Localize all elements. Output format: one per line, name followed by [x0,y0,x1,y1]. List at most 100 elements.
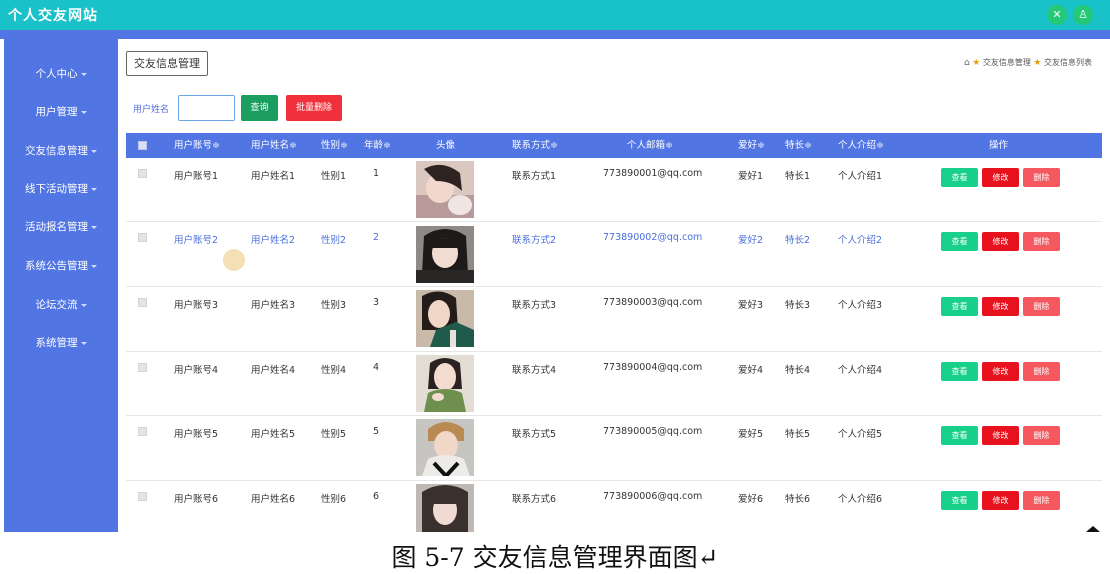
table-row[interactable]: 用户账号5 用户姓名5 性别5 5 联系方式5 773890005@qq.com… [126,416,1102,481]
cell-email: 773890004@qq.com [603,362,703,373]
column-header[interactable]: 性别≑ [321,133,348,158]
view-button[interactable]: 查看 [941,297,978,316]
delete-button[interactable]: 删除 [1023,426,1060,445]
row-checkbox[interactable] [138,169,147,178]
delete-button[interactable]: 删除 [1023,168,1060,187]
delete-button[interactable]: 删除 [1023,491,1060,510]
cell-account: 用户账号6 [174,494,219,505]
sidebar-item-personal-center[interactable]: 个人中心 [4,66,118,81]
cell-intro: 个人介绍5 [838,429,883,440]
sidebar: 个人中心 用户管理 交友信息管理 线下活动管理 活动报名管理 系统公告管理 论坛… [4,39,118,532]
table-row[interactable]: 用户账号1 用户姓名1 性别1 1 联系方式1 773890001@qq.com… [126,158,1102,222]
row-checkbox[interactable] [138,492,147,501]
cell-gender: 性别1 [321,171,347,182]
cell-hobby: 爱好1 [738,171,764,182]
sidebar-item-forum[interactable]: 论坛交流 [4,297,118,312]
sidebar-item-activity-signup[interactable]: 活动报名管理 [4,219,118,234]
cell-skill: 特长3 [785,300,811,311]
fullscreen-icon[interactable]: ✕ [1047,5,1067,25]
select-all-checkbox[interactable] [138,141,147,150]
sidebar-item-system[interactable]: 系统管理 [4,335,118,350]
cell-name: 用户姓名4 [251,365,296,376]
avatar[interactable] [416,161,474,218]
cell-contact: 联系方式1 [512,171,557,182]
cell-gender: 性别2 [321,235,347,246]
cell-account: 用户账号3 [174,300,219,311]
edit-button[interactable]: 修改 [982,491,1019,510]
edit-button[interactable]: 修改 [982,297,1019,316]
row-checkbox[interactable] [138,363,147,372]
cell-email: 773890003@qq.com [603,297,703,308]
cell-gender: 性别3 [321,300,347,311]
row-checkbox[interactable] [138,427,147,436]
table-row[interactable]: 用户账号6 用户姓名6 性别6 6 联系方式6 773890006@qq.com [126,481,1102,532]
edit-button[interactable]: 修改 [982,362,1019,381]
avatar[interactable] [416,419,474,476]
avatar-image [416,161,474,218]
cell-account: 用户账号4 [174,365,219,376]
cell-age: 5 [373,426,380,437]
query-button[interactable]: 查询 [241,95,278,121]
column-header[interactable]: 年龄≑ [364,133,391,158]
delete-button[interactable]: 删除 [1023,362,1060,381]
column-header[interactable]: 联系方式≑ [512,133,558,158]
search-input[interactable] [178,95,235,121]
cell-age: 3 [373,297,380,308]
column-header[interactable]: 特长≑ [785,133,812,158]
home-icon[interactable]: ⌂ [964,58,970,68]
sidebar-item-announcements[interactable]: 系统公告管理 [4,258,118,273]
column-header[interactable]: 爱好≑ [738,133,765,158]
user-icon[interactable]: ♙ [1073,5,1093,25]
cell-hobby: 爱好4 [738,365,764,376]
edit-button[interactable]: 修改 [982,168,1019,187]
row-checkbox[interactable] [138,298,147,307]
cell-age: 1 [373,168,380,179]
table-row[interactable]: 用户账号2 用户姓名2 性别2 2 联系方式2 773890002@qq.com… [126,222,1102,287]
cell-intro: 个人介绍1 [838,171,883,182]
avatar[interactable] [416,290,474,347]
batch-delete-button[interactable]: 批量删除 [286,95,342,121]
sidebar-item-offline-activity[interactable]: 线下活动管理 [4,181,118,196]
cell-name: 用户姓名5 [251,429,296,440]
sidebar-item-user-management[interactable]: 用户管理 [4,104,118,119]
table-row[interactable]: 用户账号3 用户姓名3 性别3 3 联系方式3 773890003@qq.com… [126,287,1102,352]
view-button[interactable]: 查看 [941,491,978,510]
column-header[interactable]: 个人邮箱≑ [627,133,673,158]
sidebar-item-dating-info[interactable]: 交友信息管理 [4,143,118,158]
cell-account: 用户账号1 [174,171,219,182]
table-row[interactable]: 用户账号4 用户姓名4 性别4 4 联系方式4 773890004@qq.com… [126,352,1102,416]
edit-button[interactable]: 修改 [982,426,1019,445]
sidebar-item-label: 线下活动管理 [25,183,88,195]
breadcrumb-item[interactable]: 交友信息管理 [983,58,1031,67]
edit-button[interactable]: 修改 [982,232,1019,251]
cursor-highlight [223,249,245,271]
view-button[interactable]: 查看 [941,232,978,251]
row-checkbox[interactable] [138,233,147,242]
avatar-image [416,355,474,412]
cell-skill: 特长4 [785,365,811,376]
column-header[interactable]: 个人介绍≑ [838,133,884,158]
top-header: 个人交友网站 ✕ ♙ [0,0,1110,30]
view-button[interactable]: 查看 [941,362,978,381]
avatar[interactable] [416,484,474,532]
cell-gender: 性别5 [321,429,347,440]
delete-button[interactable]: 删除 [1023,297,1060,316]
cell-contact: 联系方式3 [512,300,557,311]
cell-hobby: 爱好2 [738,235,764,246]
avatar[interactable] [416,226,474,283]
star-icon: ★ [1033,58,1042,68]
avatar[interactable] [416,355,474,412]
delete-button[interactable]: 删除 [1023,232,1060,251]
column-header[interactable]: 用户姓名≑ [251,133,297,158]
star-icon: ★ [972,58,981,68]
view-button[interactable]: 查看 [941,426,978,445]
sidebar-item-label: 个人中心 [35,68,78,80]
sidebar-item-label: 交友信息管理 [25,145,88,157]
cell-intro: 个人介绍4 [838,365,883,376]
cell-email: 773890005@qq.com [603,426,703,437]
view-button[interactable]: 查看 [941,168,978,187]
column-header[interactable]: 用户账号≑ [174,133,220,158]
scroll-top-icon[interactable] [1086,526,1100,532]
page-title-button[interactable]: 交友信息管理 [126,51,208,76]
sidebar-item-label: 系统公告管理 [25,260,88,272]
